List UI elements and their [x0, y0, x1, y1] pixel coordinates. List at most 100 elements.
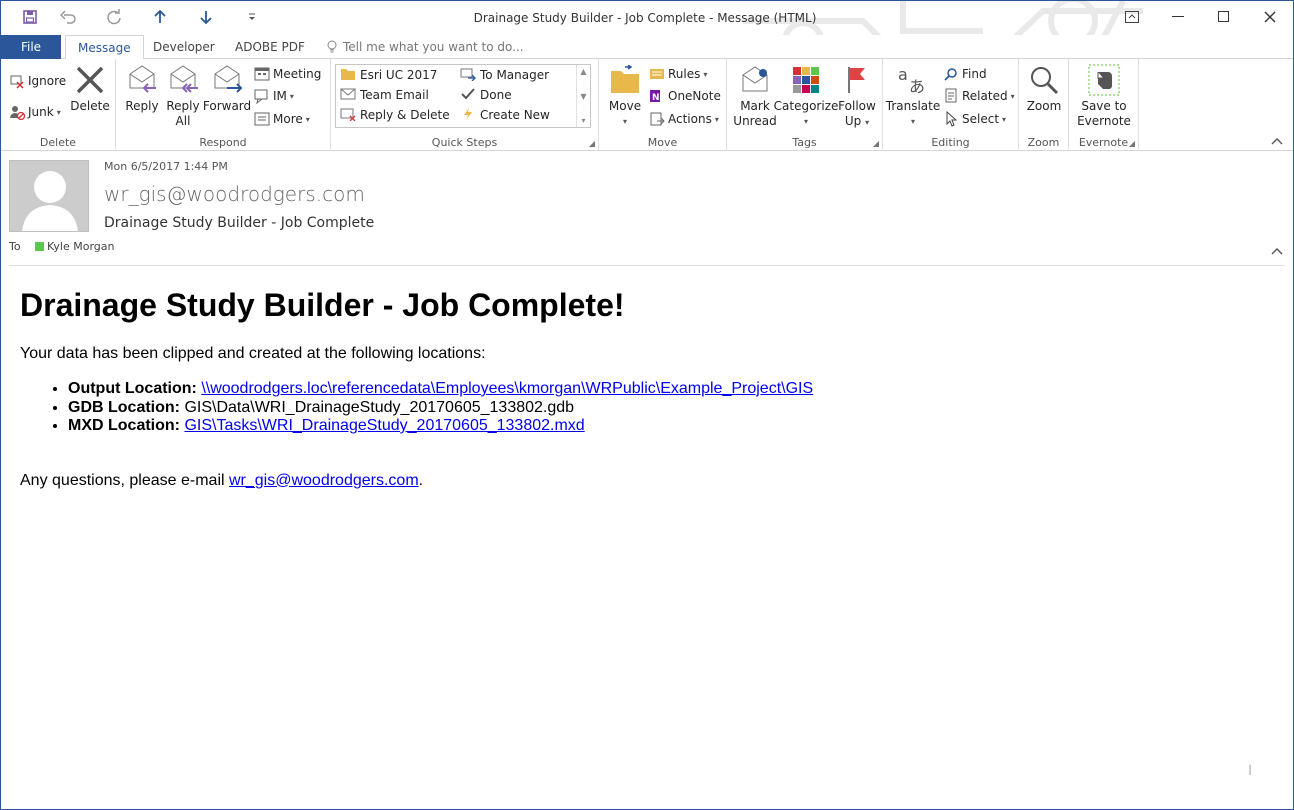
- scroll-down-icon[interactable]: ▼: [580, 92, 586, 101]
- tab-adobe-pdf[interactable]: ADOBE PDF: [223, 35, 317, 59]
- select-button[interactable]: Select ▾: [943, 109, 1006, 129]
- follow-up-label-1: Follow: [838, 99, 876, 113]
- quick-step-reply-delete[interactable]: Reply & Delete: [340, 105, 450, 125]
- translate-button[interactable]: aあ Translate ▾: [886, 63, 941, 129]
- onenote-button[interactable]: N OneNote: [649, 86, 721, 106]
- follow-up-button[interactable]: Follow Up ▾: [837, 63, 877, 130]
- move-button[interactable]: Move ▾: [605, 63, 645, 129]
- chevron-down-icon: ▾: [622, 117, 627, 126]
- lightning-icon: [460, 107, 476, 124]
- im-button[interactable]: IM ▾: [254, 86, 294, 106]
- quick-step-to-manager[interactable]: To Manager: [460, 65, 549, 85]
- to-label: To: [9, 240, 21, 253]
- forward-button[interactable]: Forward: [203, 63, 251, 114]
- ribbon-display-options-icon[interactable]: [1109, 1, 1155, 33]
- delete-button[interactable]: Delete: [70, 63, 110, 114]
- quick-step-label: Create New: [480, 108, 550, 122]
- reply-all-button[interactable]: Reply All: [164, 63, 202, 129]
- body-intro: Your data has been clipped and created a…: [20, 345, 486, 362]
- tab-developer[interactable]: Developer: [141, 35, 227, 59]
- message-sender[interactable]: wr_gis@woodrodgers.com: [104, 182, 365, 206]
- collapse-ribbon-icon[interactable]: [1271, 135, 1283, 148]
- recipient[interactable]: Kyle Morgan: [35, 240, 115, 253]
- contact-email-link[interactable]: wr_gis@woodrodgers.com: [229, 472, 419, 489]
- dialog-launcher-icon[interactable]: ◢: [1129, 139, 1135, 148]
- close-icon[interactable]: [1247, 1, 1293, 33]
- im-label: IM: [273, 89, 287, 103]
- quick-step-create-new[interactable]: Create New: [460, 105, 550, 125]
- location-list: Output Location: \\woodrodgers.loc\refer…: [68, 380, 1270, 436]
- chevron-down-icon: ▾: [910, 117, 915, 126]
- more-button[interactable]: More ▾: [254, 109, 310, 129]
- meeting-button[interactable]: Meeting: [254, 64, 321, 84]
- related-button[interactable]: Related ▾: [943, 86, 1015, 106]
- mxd-location-label: MXD Location:: [68, 417, 180, 434]
- quick-step-team-email[interactable]: Team Email: [340, 85, 429, 105]
- tab-file[interactable]: File: [1, 35, 61, 59]
- quick-step-done[interactable]: Done: [460, 85, 512, 105]
- chevron-down-icon: ▾: [305, 114, 310, 124]
- tab-message[interactable]: Message: [65, 35, 144, 60]
- mark-unread-button[interactable]: Mark Unread: [733, 63, 777, 129]
- meeting-icon: [254, 66, 270, 82]
- window-controls: [1109, 1, 1293, 33]
- reply-button[interactable]: Reply: [122, 63, 162, 114]
- mxd-location-link[interactable]: GIS\Tasks\WRI_DrainageStudy_20170605_133…: [184, 417, 584, 434]
- maximize-icon[interactable]: [1201, 1, 1247, 33]
- minimize-icon[interactable]: [1155, 1, 1201, 33]
- follow-up-label-2: Up: [844, 114, 862, 128]
- actions-button[interactable]: Actions ▾: [649, 109, 719, 129]
- mark-unread-label-1: Mark: [740, 99, 770, 113]
- list-item: GDB Location: GIS\Data\WRI_DrainageStudy…: [68, 399, 1270, 418]
- tags-group: Mark Unread Categorize ▾ Follow Up ▾ Tag…: [727, 59, 883, 151]
- quick-step-esri-uc[interactable]: Esri UC 2017: [340, 65, 437, 85]
- editing-group: aあ Translate ▾ Find Related ▾ Select ▾ E…: [883, 59, 1019, 151]
- rules-label: Rules: [668, 67, 701, 81]
- ignore-button[interactable]: Ignore: [9, 71, 66, 91]
- list-item: MXD Location: GIS\Tasks\WRI_DrainageStud…: [68, 417, 1270, 436]
- chevron-down-icon: ▾: [803, 117, 808, 126]
- dialog-launcher-icon[interactable]: ◢: [873, 139, 879, 148]
- move-label: Move: [608, 99, 642, 113]
- tell-me-search[interactable]: Tell me what you want to do...: [327, 35, 524, 59]
- find-button[interactable]: Find: [943, 64, 987, 84]
- svg-text:a: a: [898, 65, 908, 84]
- chevron-down-icon: ▾: [865, 118, 870, 127]
- im-icon: [254, 88, 270, 104]
- zoom-button[interactable]: Zoom: [1025, 63, 1063, 114]
- actions-label: Actions: [668, 112, 712, 126]
- rules-button[interactable]: Rules ▾: [649, 64, 707, 84]
- output-location-link[interactable]: \\woodrodgers.loc\referencedata\Employee…: [201, 380, 813, 397]
- avatar: [9, 160, 89, 232]
- closing-period: .: [418, 471, 424, 489]
- delete-label: Delete: [70, 99, 110, 113]
- expand-gallery-icon[interactable]: ▾: [581, 116, 585, 125]
- quick-step-label: To Manager: [480, 68, 550, 82]
- onenote-label: OneNote: [668, 89, 721, 103]
- window-title: Drainage Study Builder - Job Complete - …: [473, 11, 817, 25]
- actions-icon: [649, 111, 665, 127]
- group-label-delete: Delete: [39, 136, 77, 149]
- zoom-group: Zoom Zoom: [1019, 59, 1069, 151]
- collapse-header-icon[interactable]: [1271, 244, 1283, 258]
- save-to-evernote-button[interactable]: Save to Evernote: [1075, 63, 1133, 129]
- envelope-icon: [340, 87, 356, 104]
- group-label-move: Move: [647, 136, 678, 149]
- follow-up-label-2-row: Up ▾: [845, 114, 869, 130]
- header-divider: [9, 265, 1285, 266]
- translate-icon: aあ: [896, 63, 930, 97]
- meeting-label: Meeting: [273, 67, 322, 81]
- chevron-down-icon: ▾: [289, 91, 294, 101]
- quick-step-label: Reply & Delete: [360, 108, 450, 122]
- flag-icon: [840, 63, 874, 97]
- gdb-location-label: GDB Location:: [68, 398, 180, 416]
- quick-steps-scrollbar[interactable]: ▲ ▼ ▾: [576, 65, 590, 127]
- group-label-evernote: Evernote: [1078, 136, 1129, 149]
- closing-text: Any questions, please e-mail: [20, 471, 229, 489]
- more-label: More: [273, 112, 303, 126]
- scroll-up-icon[interactable]: ▲: [580, 67, 586, 76]
- categorize-button[interactable]: Categorize ▾: [774, 63, 838, 129]
- outlook-message-window: Drainage Study Builder - Job Complete - …: [0, 0, 1294, 810]
- junk-button[interactable]: Junk ▾: [9, 102, 61, 122]
- dialog-launcher-icon[interactable]: ◢: [589, 139, 595, 148]
